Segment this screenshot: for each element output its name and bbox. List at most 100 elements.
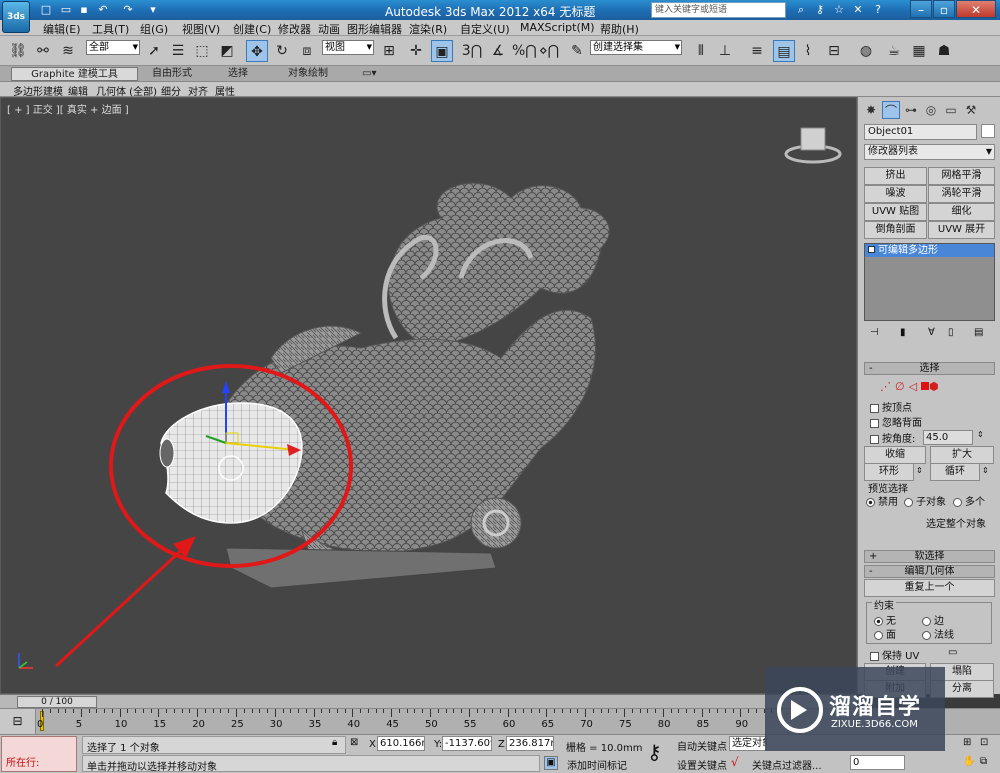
current-frame-field[interactable]: 0 — [850, 755, 905, 770]
tab-freeform[interactable]: 自由形式 — [152, 67, 192, 81]
angle-spinner-icon[interactable]: ⇕ — [977, 430, 984, 439]
bind-spacewarp-icon[interactable]: ≋ — [57, 40, 79, 62]
graphite-toggle-icon[interactable]: ▤ — [773, 40, 795, 62]
render-production-icon[interactable]: ☗ — [933, 40, 955, 62]
by-vertex-checkbox[interactable]: 按顶点 — [870, 399, 912, 414]
search-input[interactable]: 键入关键字或短语 — [651, 2, 786, 18]
x-coordinate-field[interactable]: 610.166mr — [377, 736, 425, 751]
modifier-tessellate-button[interactable]: 细化 — [928, 203, 995, 221]
subtab-geometry-all[interactable]: 几何体 (全部) — [96, 83, 157, 98]
rect-selection-icon[interactable]: ⬚ — [191, 40, 213, 62]
subtab-subdivision[interactable]: 细分 — [161, 83, 181, 98]
constraint-edge-radio[interactable]: 边 — [922, 612, 944, 627]
menu-edit[interactable]: 编辑(E) — [43, 21, 81, 37]
z-coordinate-field[interactable]: 236.817mr — [506, 736, 554, 751]
by-angle-checkbox[interactable]: 按角度: — [870, 430, 915, 445]
menu-view[interactable]: 视图(V) — [182, 21, 220, 37]
subtab-edit[interactable]: 编辑 — [68, 83, 88, 98]
viewcube[interactable] — [784, 127, 842, 164]
make-unique-icon[interactable]: ∀ — [928, 327, 935, 338]
loop-button[interactable]: 循环 — [930, 463, 980, 481]
time-slider[interactable]: 0 / 100 — [0, 694, 857, 708]
named-selection-dropdown[interactable]: 创建选择集 ▼ — [590, 40, 682, 55]
ring-button[interactable]: 环形 — [864, 463, 914, 481]
constraint-normal-radio[interactable]: 法线 — [922, 626, 954, 641]
preview-subobject-radio[interactable]: 子对象 — [904, 493, 946, 508]
unlink-icon[interactable]: ⚯ — [32, 40, 54, 62]
absolute-mode-icon[interactable]: ⊠ — [350, 737, 358, 748]
motion-panel-icon[interactable]: ◎ — [922, 101, 940, 119]
minimize-button[interactable]: – — [910, 0, 932, 18]
window-crossing-icon[interactable]: ◩ — [216, 40, 238, 62]
menu-modifiers[interactable]: 修改器 — [278, 21, 311, 37]
select-manipulate-icon[interactable]: ✛ — [405, 40, 427, 62]
keyboard-shortcut-toggle-icon[interactable]: ▣ — [431, 40, 453, 62]
align-icon[interactable]: ⊥ — [714, 40, 736, 62]
star-icon[interactable]: ☆ — [831, 2, 847, 18]
preview-multi-radio[interactable]: 多个 — [953, 493, 985, 508]
menu-help[interactable]: 帮助(H) — [600, 21, 639, 37]
modify-panel-icon[interactable]: ⌒ — [882, 101, 900, 119]
utilities-panel-icon[interactable]: ⚒ — [962, 101, 980, 119]
pivot-center-icon[interactable]: ⊞ — [378, 40, 400, 62]
ring-spinner-icon[interactable]: ⇕ — [916, 466, 923, 475]
menu-group[interactable]: 组(G) — [140, 21, 168, 37]
percent-snap-icon[interactable]: %⋂ — [512, 40, 537, 62]
add-time-tag[interactable]: 添加时间标记 — [567, 757, 627, 772]
preserve-uv-checkbox[interactable]: 保持 UV — [870, 647, 919, 662]
subtab-polygon-modeling[interactable]: 多边形建模 — [13, 83, 63, 98]
rollout-soft-selection-header[interactable]: + 软选择 — [864, 550, 995, 563]
edit-named-selection-icon[interactable]: ✎ — [566, 40, 588, 62]
maximize-viewport-icon[interactable]: ⧉ — [980, 756, 987, 767]
key-icon[interactable]: ⚷ — [812, 2, 828, 18]
configure-sets-icon[interactable]: ▤ — [974, 327, 983, 338]
select-and-rotate-icon[interactable]: ↻ — [271, 40, 293, 62]
pin-stack-icon[interactable]: ⊣ — [870, 327, 879, 338]
modifier-turbosmooth-button[interactable]: 涡轮平滑 — [928, 185, 995, 203]
subobject-level-icons[interactable]: ⋰∅◁ ⬢ — [880, 380, 980, 393]
menu-animation[interactable]: 动画 — [318, 21, 340, 37]
menu-rendering[interactable]: 渲染(R) — [409, 21, 447, 37]
close-button[interactable]: ✕ — [956, 0, 996, 18]
zoom-all-icon[interactable]: ⊡ — [980, 737, 988, 748]
lock-icon[interactable]: 🔒︎ — [332, 737, 337, 748]
set-key-icon[interactable]: ⚷ — [647, 740, 662, 764]
grow-button[interactable]: 扩大 — [930, 446, 994, 464]
display-panel-icon[interactable]: ▭ — [942, 101, 960, 119]
stack-item-editable-poly[interactable]: 可编辑多边形 — [865, 244, 994, 257]
key-filters-button[interactable]: 关键点过滤器... — [752, 757, 822, 772]
new-icon[interactable]: □ — [38, 2, 54, 17]
auto-key-selection-dropdown[interactable]: 选定对象 — [729, 736, 767, 751]
modifier-uvw-map-button[interactable]: UVW 贴图 — [864, 203, 927, 221]
rendered-frame-icon[interactable]: ▦ — [908, 40, 930, 62]
tab-graphite-modeling[interactable]: Graphite 建模工具 — [11, 67, 138, 81]
menu-maxscript[interactable]: MAXScript(M) — [520, 21, 595, 34]
snaps-toggle-icon[interactable]: 3⋂ — [461, 40, 483, 62]
repeat-last-button[interactable]: 重复上一个 — [864, 579, 995, 597]
render-setup-icon[interactable]: ☕ — [883, 40, 905, 62]
hierarchy-panel-icon[interactable]: ⊶ — [902, 101, 920, 119]
constraint-none-radio[interactable]: 无 — [874, 612, 896, 627]
modifier-bevel-profile-button[interactable]: 倒角剖面 — [864, 221, 927, 239]
x-icon[interactable]: ✕ — [850, 2, 866, 18]
time-slider-thumb[interactable]: 0 / 100 — [17, 696, 97, 708]
subtab-align[interactable]: 对齐 — [188, 83, 208, 98]
tab-selection[interactable]: 选择 — [228, 67, 248, 81]
zoom-extents-icon[interactable]: ⊞ — [963, 737, 971, 748]
key-mode-icon[interactable]: √ — [731, 755, 739, 769]
select-and-move-icon[interactable]: ✥ — [246, 40, 268, 62]
time-tag-icon[interactable]: ▣ — [544, 756, 558, 770]
link-icon[interactable]: ⛓ — [7, 40, 29, 62]
menu-tools[interactable]: 工具(T) — [92, 21, 129, 37]
pan-view-icon[interactable]: ✋ — [963, 756, 975, 767]
layer-manager-icon[interactable]: ≡ — [746, 40, 768, 62]
viewport-front[interactable]: [ + ] 正交 ][ 真实 + 边面 ] — [0, 97, 857, 694]
modifier-list-dropdown[interactable]: 修改器列表 ▼ — [864, 144, 995, 160]
preview-disabled-radio[interactable]: 禁用 — [866, 493, 898, 508]
open-icon[interactable]: ▭ — [58, 2, 74, 17]
angle-snap-icon[interactable]: ∡ — [487, 40, 509, 62]
object-color-swatch[interactable] — [981, 124, 995, 138]
auto-key-label[interactable]: 自动关键点 — [677, 738, 727, 753]
save-icon[interactable]: ▪ — [76, 2, 92, 17]
select-by-name-icon[interactable]: ☰ — [167, 40, 189, 62]
